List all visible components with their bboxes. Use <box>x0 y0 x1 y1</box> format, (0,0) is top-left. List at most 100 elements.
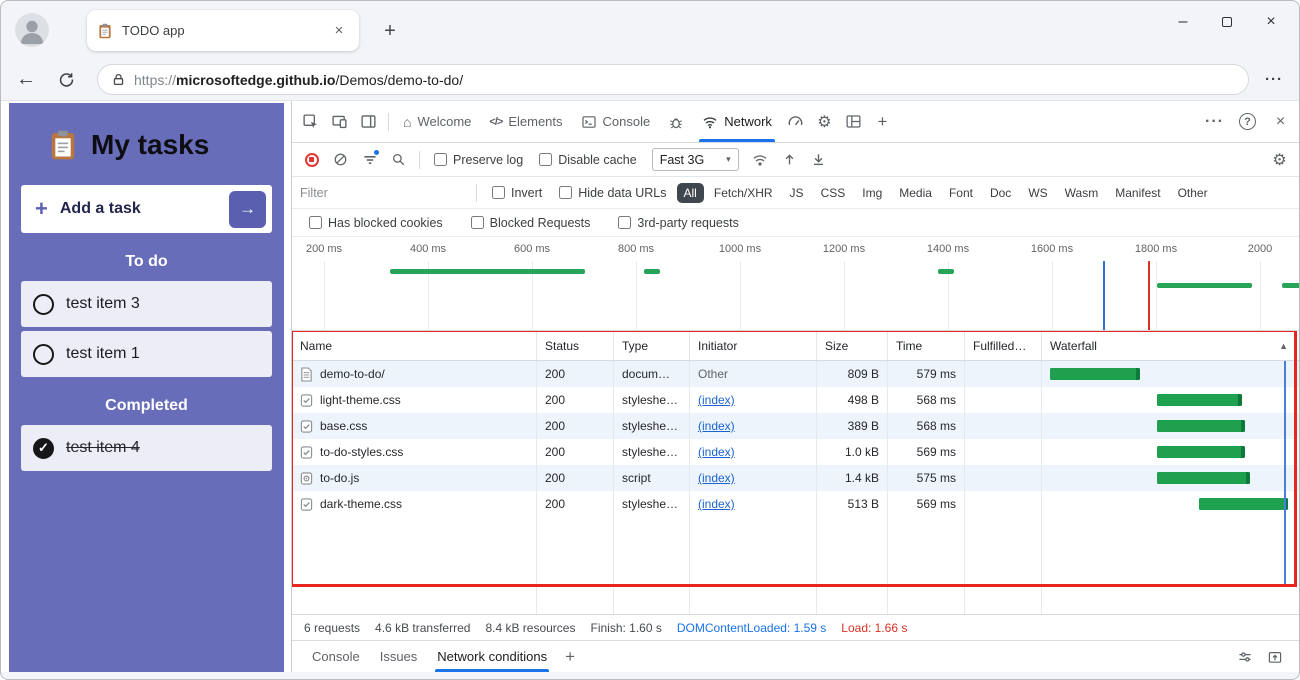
filter-pill-all[interactable]: All <box>676 182 704 203</box>
window-maximize-button[interactable] <box>1205 1 1249 43</box>
filter-pill-ws[interactable]: WS <box>1021 183 1054 203</box>
filter-toggle-button[interactable] <box>356 146 383 173</box>
expand-drawer-button[interactable] <box>1267 649 1283 665</box>
network-conditions-button[interactable] <box>747 146 774 173</box>
has-blocked-cookies-checkbox[interactable]: Has blocked cookies <box>302 216 450 230</box>
filter-pill-fetch-xhr[interactable]: Fetch/XHR <box>707 183 780 203</box>
focus-mode-button[interactable] <box>354 107 383 136</box>
filter-pill-css[interactable]: CSS <box>814 183 853 203</box>
browser-tab[interactable]: TODO app × <box>87 10 359 51</box>
tab-welcome[interactable]: ⌂ Welcome <box>394 101 480 142</box>
network-settings-button[interactable]: ⚙ <box>1266 146 1293 173</box>
tab-console[interactable]: Console <box>572 101 660 142</box>
column-header-fulfilled[interactable]: Fulfilled… <box>965 331 1042 360</box>
drawer-tab-issues[interactable]: Issues <box>370 641 428 672</box>
preserve-log-checkbox[interactable]: Preserve log <box>427 153 530 167</box>
request-size: 513 B <box>817 491 888 517</box>
request-initiator-link[interactable]: (index) <box>698 393 735 407</box>
drawer-tab-network-conditions[interactable]: Network conditions <box>427 641 557 672</box>
refresh-button[interactable] <box>51 65 81 95</box>
hide-data-urls-checkbox[interactable]: Hide data URLs <box>552 186 673 200</box>
throttling-dropdown[interactable]: Fast 3G ▾ <box>651 148 739 171</box>
request-row-demo-to-do[interactable]: demo-to-do/ 200 docum… Other 809 B 579 m… <box>292 361 1299 387</box>
column-header-status[interactable]: Status <box>537 331 614 360</box>
tab-memory[interactable] <box>839 107 868 136</box>
back-button[interactable]: ← <box>11 65 41 95</box>
add-task-field[interactable]: + Add a task → <box>21 185 272 233</box>
device-toolbar-button[interactable] <box>325 107 354 136</box>
request-row-light-theme-css[interactable]: light-theme.css 200 styleshe… (index) 49… <box>292 387 1299 413</box>
request-initiator-link[interactable]: (index) <box>698 419 735 433</box>
column-header-size[interactable]: Size <box>817 331 888 360</box>
record-network-log-button[interactable] <box>298 146 325 173</box>
filter-pill-manifest[interactable]: Manifest <box>1108 183 1167 203</box>
search-button[interactable] <box>385 146 412 173</box>
page-content: My tasks + Add a task → To do test item … <box>1 101 1299 672</box>
invert-checkbox[interactable]: Invert <box>485 186 549 200</box>
request-row-to-do-styles-css[interactable]: to-do-styles.css 200 styleshe… (index) 1… <box>292 439 1299 465</box>
add-task-submit-button[interactable]: → <box>229 190 266 228</box>
third-party-requests-checkbox[interactable]: 3rd-party requests <box>611 216 745 230</box>
request-initiator-link[interactable]: (index) <box>698 445 735 459</box>
devtools-close-button[interactable]: × <box>1266 107 1295 136</box>
drawer-add-tab-button[interactable]: + <box>557 647 583 667</box>
request-initiator-link[interactable]: (index) <box>698 497 735 511</box>
column-header-type[interactable]: Type <box>614 331 690 360</box>
completed-item[interactable]: ✓ test item 4 <box>21 425 272 471</box>
window-minimize-button[interactable]: – <box>1161 1 1205 43</box>
filter-pill-media[interactable]: Media <box>892 183 939 203</box>
script-icon <box>300 471 313 485</box>
column-header-name[interactable]: Name <box>292 331 537 360</box>
navigation-bar: ← https://microsoftedge.github.io/Demos/… <box>1 59 1299 101</box>
request-initiator-link[interactable]: (index) <box>698 471 735 485</box>
request-fulfilled <box>965 387 1042 413</box>
tab-elements[interactable]: </> Elements <box>480 101 571 142</box>
tab-close-icon[interactable]: × <box>329 21 349 41</box>
url-scheme: https:// <box>134 71 177 88</box>
export-har-button[interactable] <box>805 146 832 173</box>
request-row-to-do-js[interactable]: to-do.js 200 script (index) 1.4 kB 575 m… <box>292 465 1299 491</box>
tab-issues[interactable] <box>659 101 693 142</box>
help-button[interactable]: ? <box>1233 107 1262 136</box>
drawer-settings-button[interactable] <box>1237 649 1253 665</box>
network-icon <box>703 116 717 128</box>
blocked-requests-checkbox[interactable]: Blocked Requests <box>464 216 598 230</box>
filter-pill-wasm[interactable]: Wasm <box>1058 183 1106 203</box>
request-size: 1.4 kB <box>817 465 888 491</box>
column-header-time[interactable]: Time <box>888 331 965 360</box>
request-name: to-do-styles.css <box>320 445 404 459</box>
task-checkbox-checked[interactable]: ✓ <box>33 437 54 459</box>
network-overview-timeline[interactable]: 200 ms 400 ms 600 ms 800 ms 1000 ms 1200… <box>292 237 1299 331</box>
drawer-tab-console[interactable]: Console <box>302 641 370 672</box>
window-close-button[interactable]: × <box>1249 1 1293 43</box>
browser-menu-button[interactable]: ··· <box>1265 71 1283 88</box>
request-row-dark-theme-css[interactable]: dark-theme.css 200 styleshe… (index) 513… <box>292 491 1299 517</box>
task-checkbox[interactable] <box>33 293 54 315</box>
new-tab-button[interactable]: + <box>377 18 403 44</box>
request-row-base-css[interactable]: base.css 200 styleshe… (index) 389 B 568… <box>292 413 1299 439</box>
tab-network[interactable]: Network <box>693 101 781 142</box>
more-tabs-button[interactable]: + <box>868 107 897 136</box>
inspect-element-button[interactable] <box>296 107 325 136</box>
filter-pill-js[interactable]: JS <box>783 183 811 203</box>
todo-item[interactable]: test item 3 <box>21 281 272 327</box>
column-header-waterfall[interactable]: Waterfall ▲ <box>1042 331 1299 360</box>
devtools-menu-button[interactable]: ··· <box>1200 107 1229 136</box>
empty-cell <box>614 517 690 614</box>
column-header-initiator[interactable]: Initiator <box>690 331 817 360</box>
address-bar[interactable]: https://microsoftedge.github.io/Demos/de… <box>97 64 1249 95</box>
filter-pill-other[interactable]: Other <box>1171 183 1215 203</box>
tab-performance[interactable] <box>781 107 810 136</box>
filter-pill-doc[interactable]: Doc <box>983 183 1018 203</box>
filter-pill-font[interactable]: Font <box>942 183 980 203</box>
tab-application[interactable]: ⚙ <box>810 107 839 136</box>
todo-item[interactable]: test item 1 <box>21 331 272 377</box>
request-time: 579 ms <box>888 361 965 387</box>
profile-avatar[interactable] <box>15 13 49 47</box>
import-har-button[interactable] <box>776 146 803 173</box>
clear-network-log-button[interactable] <box>327 146 354 173</box>
filter-pill-img[interactable]: Img <box>855 183 889 203</box>
task-checkbox[interactable] <box>33 343 54 365</box>
filter-input[interactable] <box>300 185 468 200</box>
disable-cache-checkbox[interactable]: Disable cache <box>532 153 644 167</box>
